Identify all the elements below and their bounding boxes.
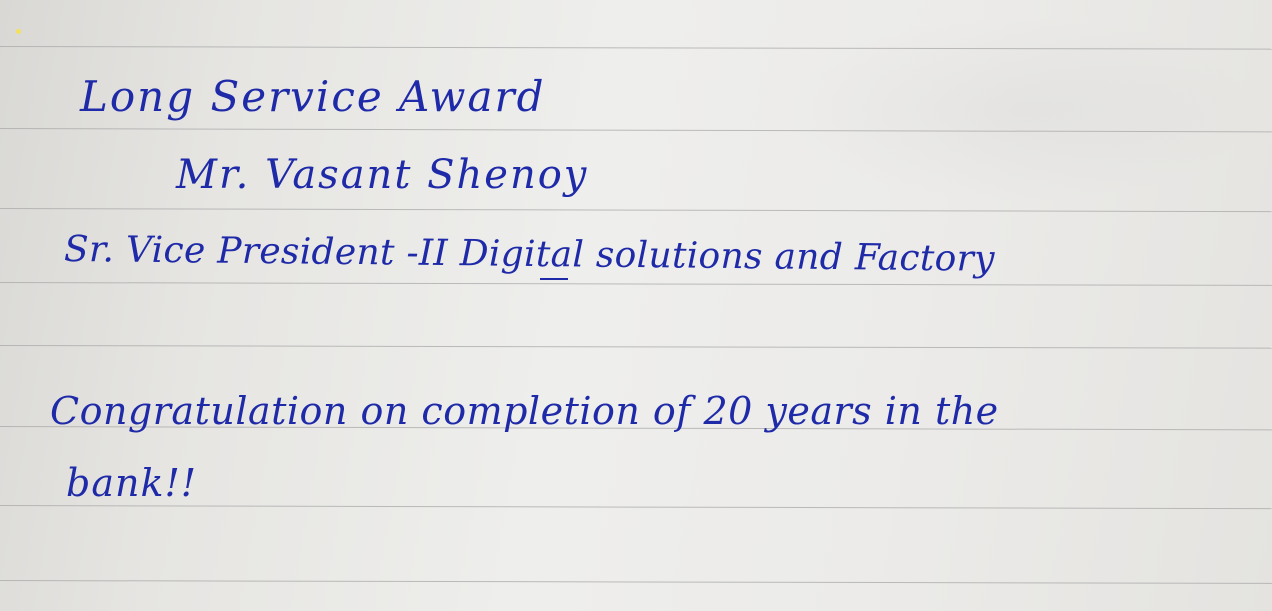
paper-speck — [16, 29, 21, 34]
show-through-shadow — [780, 15, 1260, 205]
congratulation-message-line-2: bank!! — [66, 461, 198, 505]
notebook-page: Long Service Award Mr. Vasant Shenoy Sr.… — [0, 0, 1272, 611]
numeral-underline — [540, 278, 568, 280]
recipient-name: Mr. Vasant Shenoy — [176, 152, 589, 198]
award-title: Long Service Award — [80, 72, 546, 121]
ruled-line — [0, 208, 1272, 213]
ruled-line — [0, 505, 1272, 510]
ruled-line — [0, 580, 1272, 584]
congratulation-message-line-1: Congratulation on completion of 20 years… — [50, 389, 999, 433]
ruled-line — [0, 282, 1272, 286]
recipient-designation: Sr. Vice President -II Digital solutions… — [63, 229, 995, 280]
ruled-line — [0, 345, 1272, 349]
